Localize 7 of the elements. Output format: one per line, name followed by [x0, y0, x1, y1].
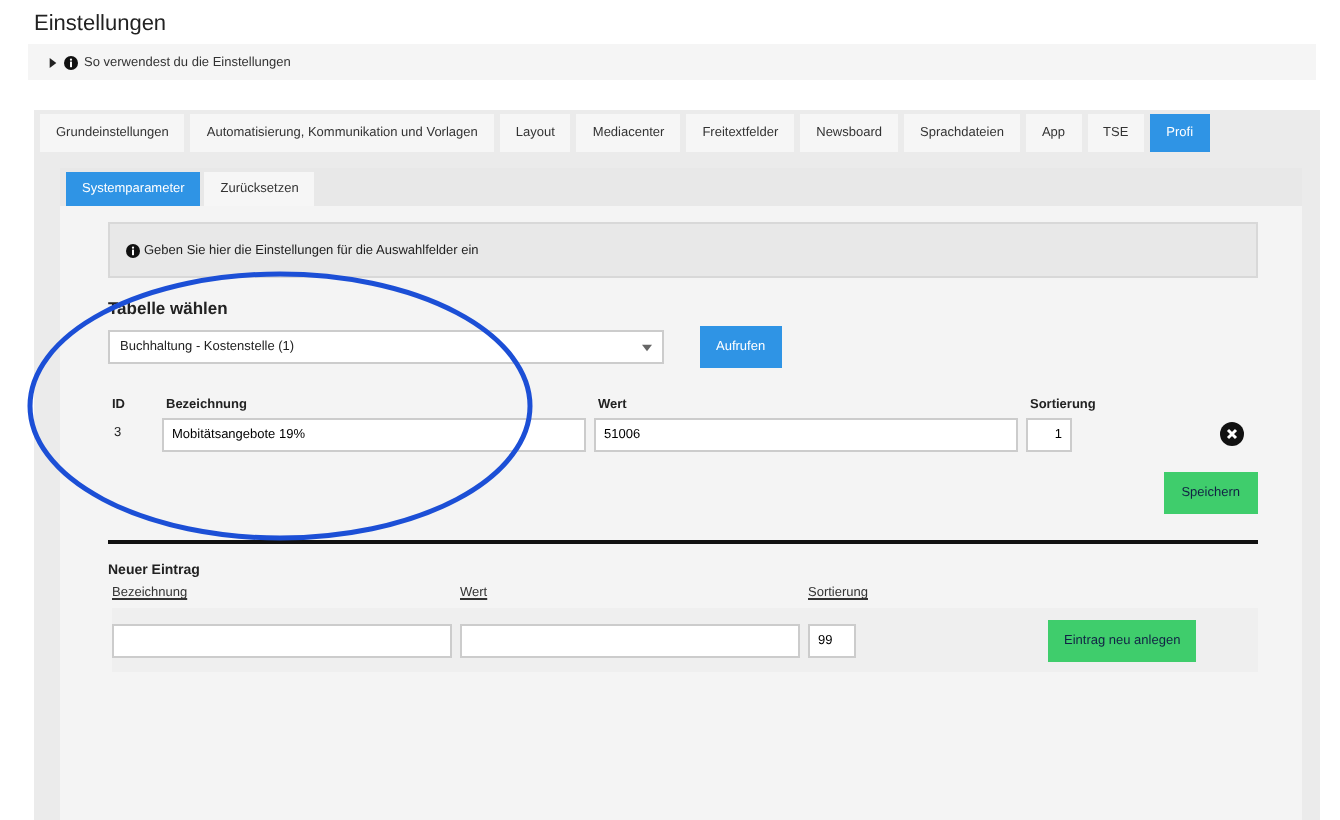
dropdown-arrow-icon [642, 343, 652, 351]
delete-icon[interactable] [1220, 422, 1244, 446]
info-icon [126, 243, 140, 257]
page-title: Einstellungen [34, 12, 169, 36]
info-icon [64, 55, 78, 69]
name-input[interactable] [112, 623, 452, 657]
value-input[interactable] [460, 623, 800, 657]
